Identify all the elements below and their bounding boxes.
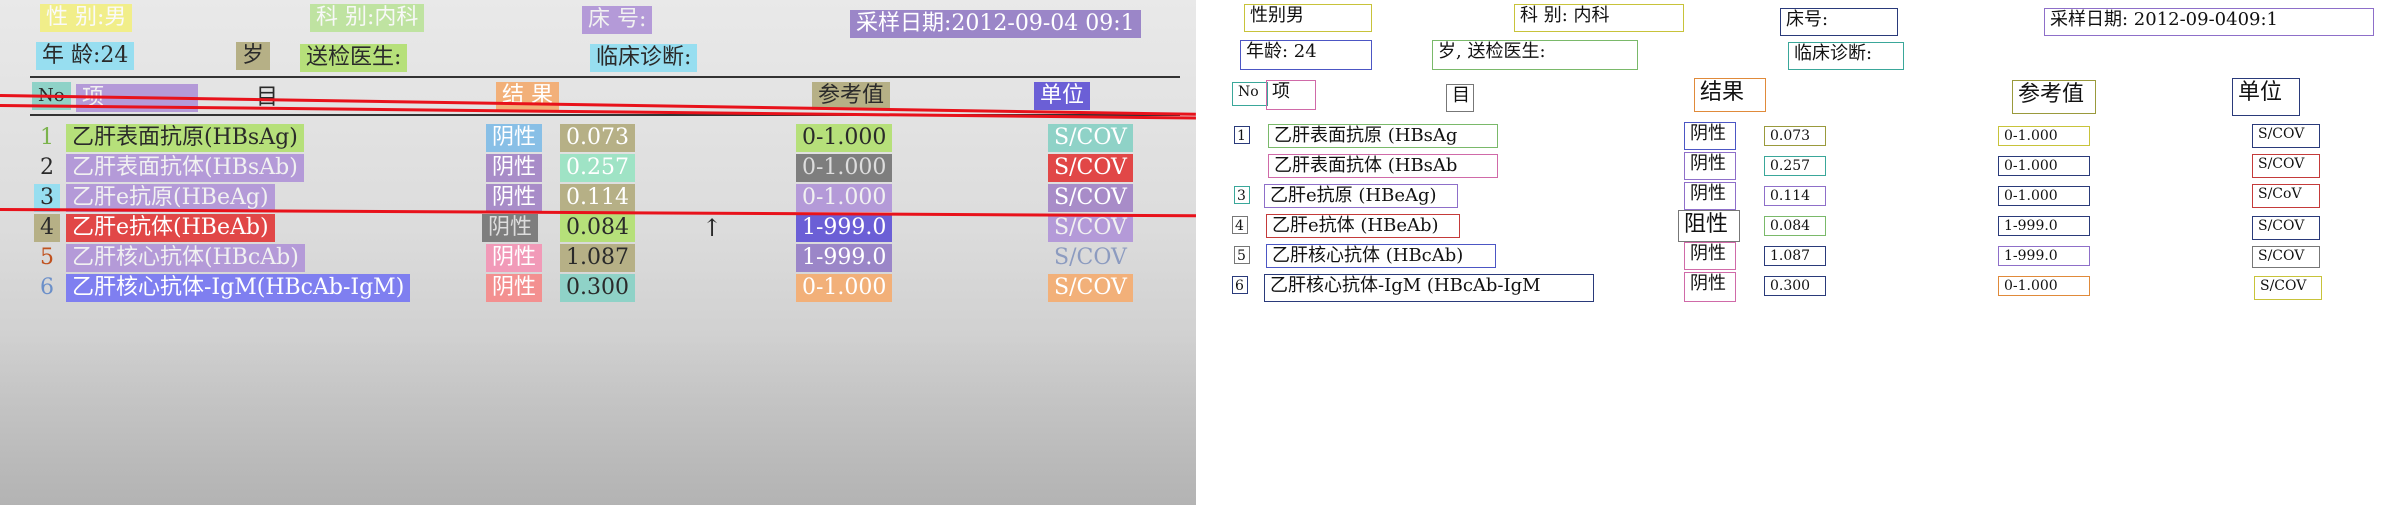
photo-row-no: 4 [34,214,60,242]
recon-row-value: 0.073 [1764,126,1826,146]
photo-row-qual: 阴性 [486,154,543,182]
recon-row-value: 0.114 [1764,186,1826,206]
photo-row-unit: S/COV [1054,245,1127,270]
recon-diagnosis: 临床诊断: [1788,42,1904,70]
photo-row-name: 乙肝核心抗体-IgM(HBcAb-IgM) [66,274,411,302]
recon-header-item2: 目 [1446,84,1474,112]
recon-row-unit: S/COV [2252,216,2320,240]
photo-row-no: 6 [40,275,54,300]
photo-row-qual: 阴性 [486,274,543,302]
recon-row-ref: 0-1.000 [1998,156,2090,176]
photo-row-name: 乙肝表面抗体(HBsAb) [66,154,304,182]
photo-row-ref: 0-1.000 [796,274,893,302]
recon-header-item: 项 [1266,80,1316,110]
photo-row-value: 1.087 [560,244,635,272]
recon-row-qual: 阴性 [1684,242,1736,270]
photo-row-value: 0.073 [560,124,635,152]
recon-row-no: 3 [1234,186,1250,204]
photo-dept: 科 别:内科 [310,4,425,32]
photo-row-unit: S/COV [1048,154,1133,182]
recon-row-unit: S/COV [2252,246,2320,268]
recon-row-qual: 阻性 [1678,210,1740,242]
recon-row-ref: 0-1.000 [1998,186,2090,206]
photo-row-ref: 1-999.0 [796,214,893,242]
recon-age-doctor: 岁, 送检医生: [1432,40,1638,70]
recon-row-no: 6 [1232,276,1248,294]
recon-row-no: 5 [1234,246,1250,264]
recon-row-unit: S/COV [2252,124,2320,148]
photo-row-ref: 1-999.0 [796,244,893,272]
photo-header-unit: 单位 [1034,82,1091,110]
recon-row-value: 0.257 [1764,156,1826,176]
recon-gender: 性别男 [1244,4,1372,32]
recon-header-unit: 单位 [2232,78,2300,116]
photo-header-reference: 参考值 [812,82,891,110]
recon-row-ref: 1-999.0 [1998,246,2090,266]
photo-row-name: 乙肝e抗体(HBeAb) [66,214,275,242]
recon-row-name: 乙肝表面抗体 (HBsAb [1268,154,1498,178]
photo-age: 年 龄:24 [36,42,135,70]
photo-diagnosis: 临床诊断: [590,44,698,72]
photo-row-unit: S/COV [1048,184,1133,212]
recon-row-ref: 0-1.000 [1998,276,2090,296]
recon-row-name: 乙肝核心抗体 (HBcAb) [1266,244,1496,268]
photo-row-qual: 阴性 [486,124,543,152]
photo-row-unit: S/COV [1048,214,1133,242]
recon-header-reference: 参考值 [2012,80,2096,114]
recon-sample-date: 采样日期: 2012-09-0409:1 [2044,8,2374,36]
photo-row-value: 0.084 [560,214,635,242]
recon-header-no: No [1232,82,1268,106]
recon-panel: 性别男 科 别: 内科 床号: 采样日期: 2012-09-0409:1 年龄:… [1198,0,2394,505]
photo-header-result: 结 果 [496,82,559,110]
photo-shadow [0,335,1196,505]
recon-row-name: 乙肝表面抗原 (HBsAg [1268,124,1498,148]
photo-age-suffix: 岁 [236,42,271,70]
photo-row-qual: 阴性 [486,184,543,212]
photo-doctor: 送检医生: [300,44,408,72]
photo-row-ref: 0-1.000 [796,154,893,182]
recon-row-unit: S/COV [2252,154,2320,178]
photo-gender: 性 别:男 [40,4,133,32]
photo-row-name: 乙肝表面抗原(HBsAg) [66,124,304,152]
photo-row-unit: S/COV [1048,124,1133,152]
recon-row-qual: 阴性 [1684,122,1736,150]
top-rule [30,76,1180,78]
recon-row-value: 0.300 [1764,276,1826,296]
photo-bed: 床 号: [582,6,653,34]
recon-row-ref: 1-999.0 [1998,216,2090,236]
photo-row-qual: 阴性 [482,214,539,242]
recon-bed: 床号: [1780,8,1898,36]
photo-sample-date: 采样日期:2012-09-04 09:1 [850,10,1141,38]
recon-header-result: 结果 [1694,78,1766,112]
photo-panel: 性 别:男 科 别:内科 床 号: 采样日期:2012-09-04 09:1 年… [0,0,1196,505]
recon-row-unit: S/CoV [2252,184,2320,208]
recon-dept: 科 别: 内科 [1514,4,1684,32]
photo-row-value: 0.300 [560,274,635,302]
recon-row-value: 1.087 [1764,246,1826,266]
photo-row-value: 0.257 [560,154,635,182]
recon-row-name: 乙肝核心抗体-IgM (HBcAb-IgM [1264,274,1594,302]
recon-row-qual: 阴性 [1684,272,1736,302]
recon-row-value: 0.084 [1764,216,1826,236]
arrow-mark: ↑ [702,214,723,242]
photo-row-qual: 阴性 [486,244,543,272]
recon-row-name: 乙肝e抗体 (HBeAb) [1266,214,1460,238]
recon-row-no: 1 [1234,126,1250,144]
photo-row-ref: 0-1.000 [796,184,893,212]
photo-row-value: 0.114 [560,184,635,212]
recon-age: 年龄: 24 [1240,40,1372,70]
photo-row-no: 5 [40,245,54,270]
photo-row-name: 乙肝核心抗体(HBcAb) [66,244,305,272]
recon-row-qual: 阴性 [1684,152,1736,180]
recon-row-unit: S/COV [2254,276,2322,300]
recon-row-no: 4 [1232,216,1248,234]
photo-row-ref: 0-1.000 [796,124,893,152]
photo-row-unit: S/COV [1048,274,1133,302]
photo-row-no: 2 [40,155,54,180]
recon-row-name: 乙肝e抗原 (HBeAg) [1264,184,1458,208]
recon-row-qual: 阴性 [1684,182,1736,210]
photo-row-no: 1 [40,125,54,150]
recon-row-ref: 0-1.000 [1998,126,2090,146]
